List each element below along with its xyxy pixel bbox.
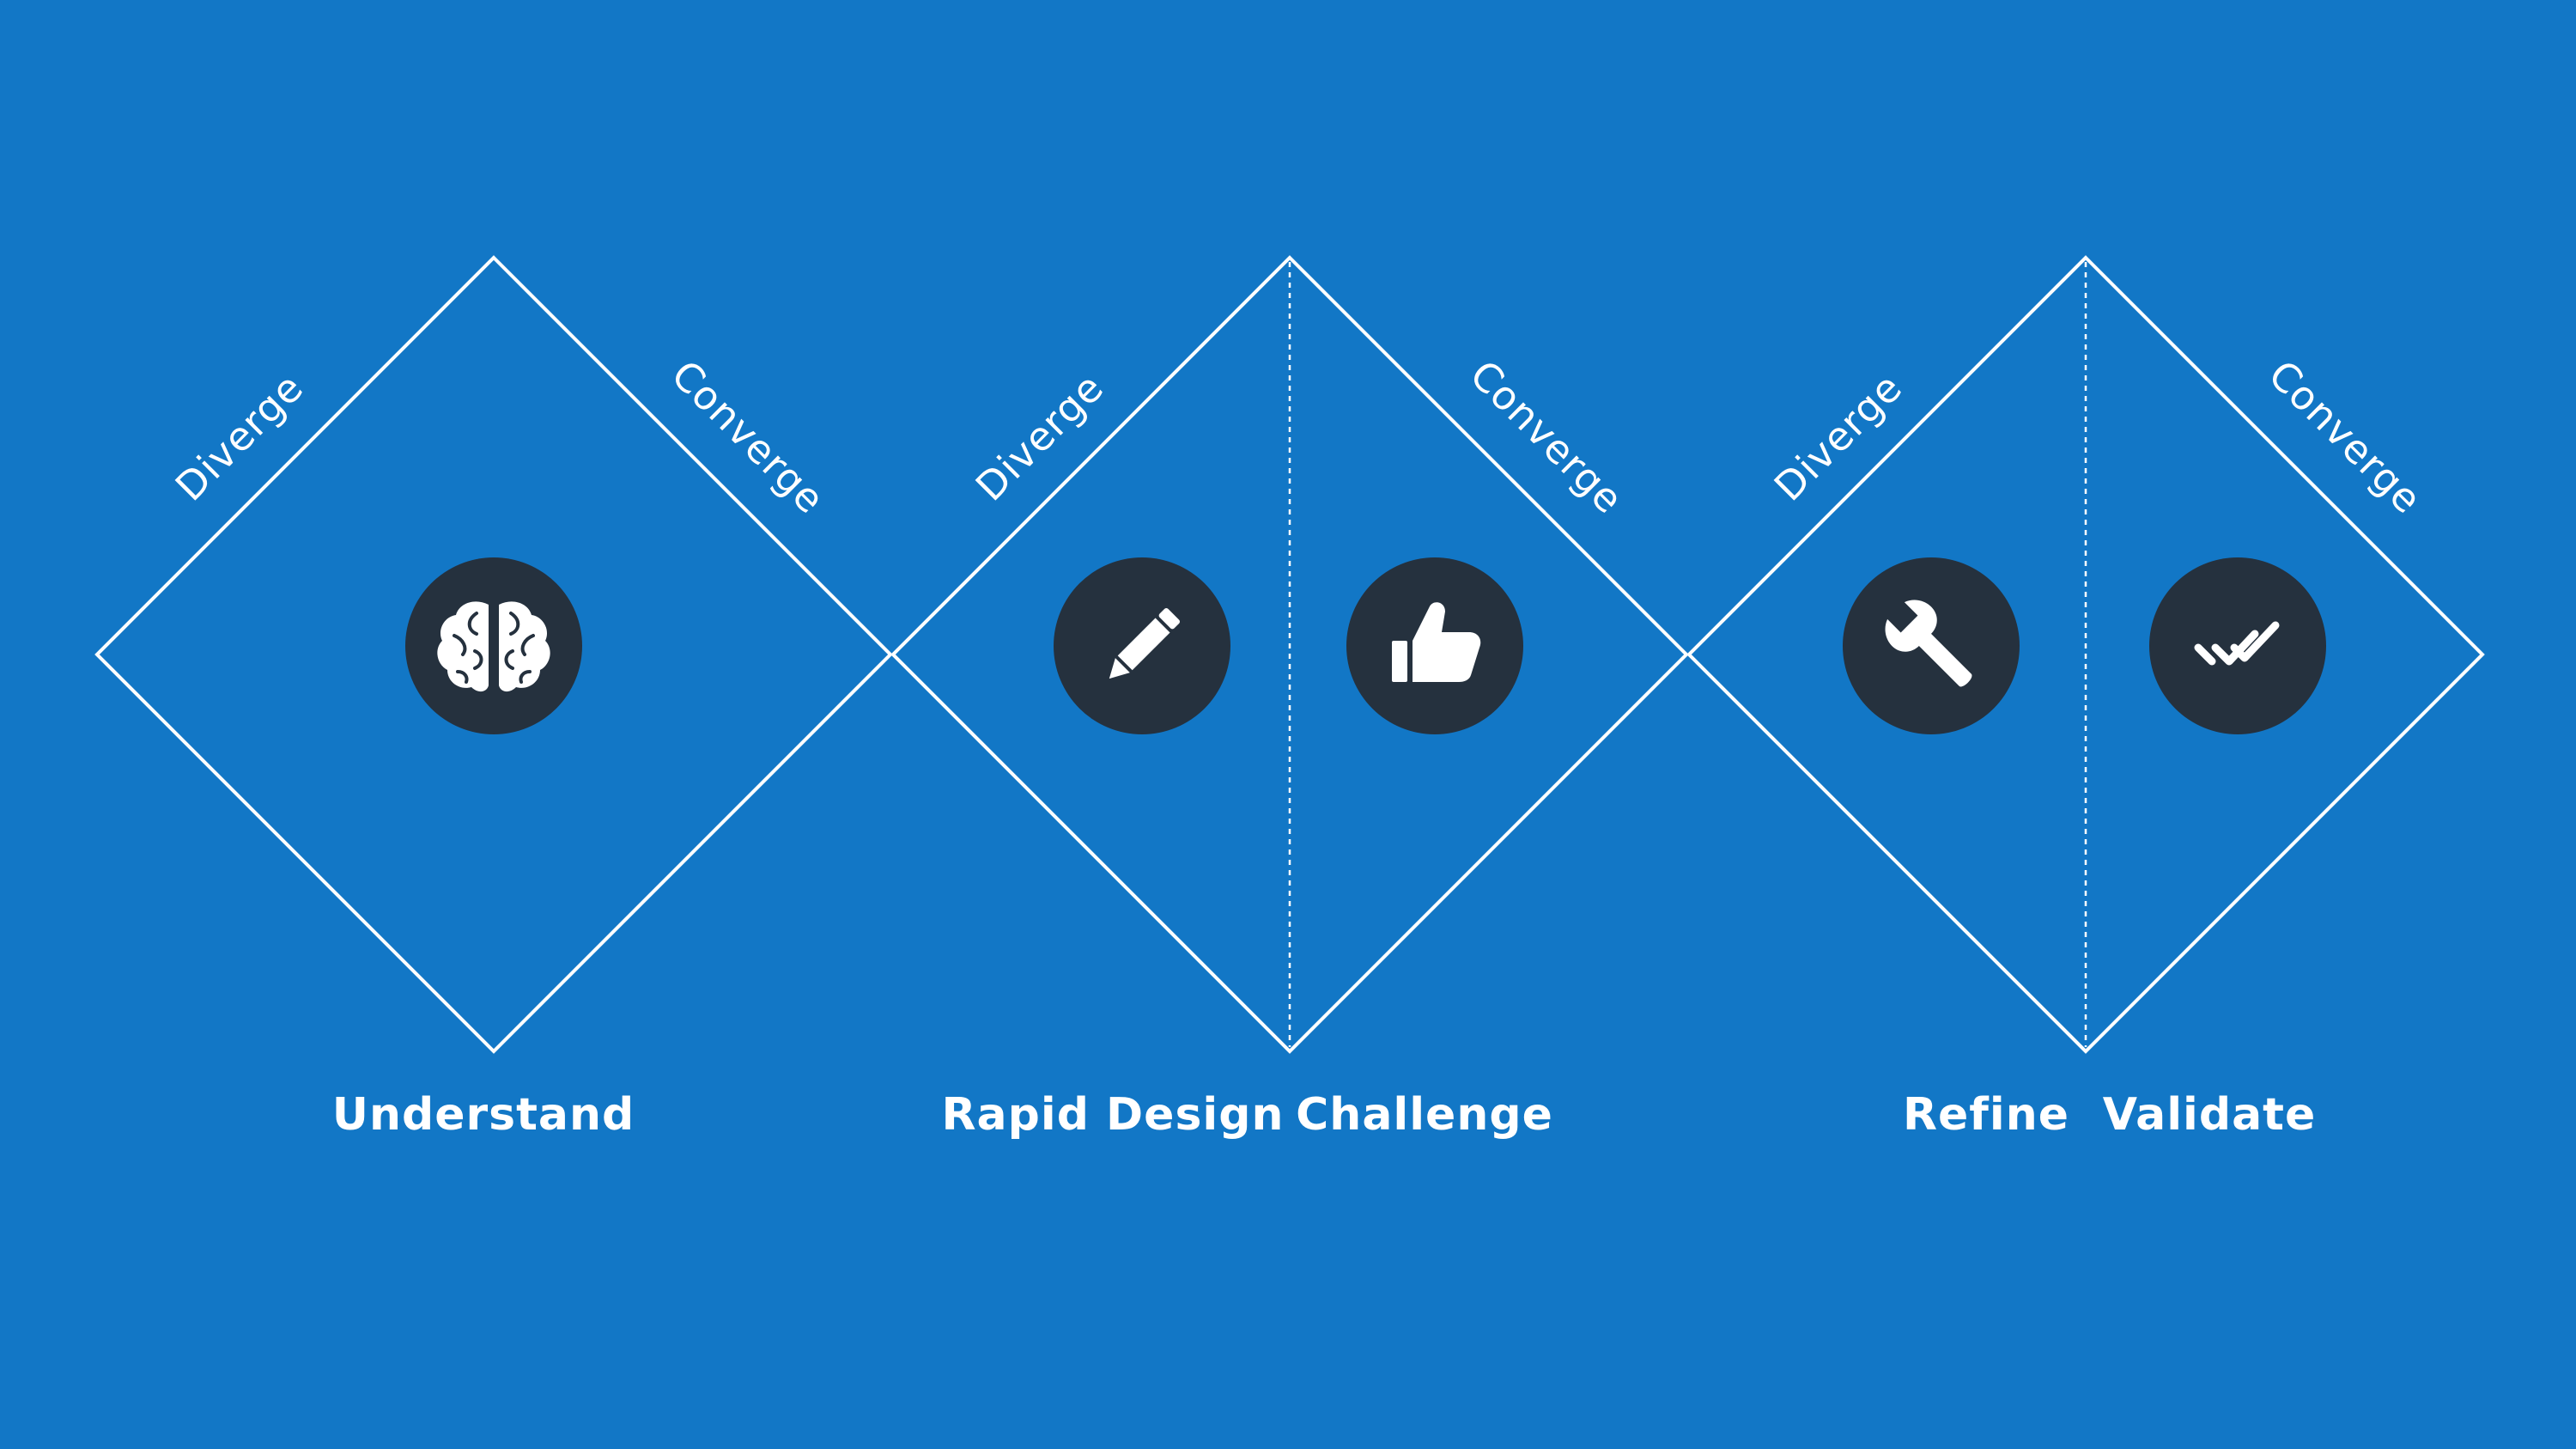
phase-label-refine: Refine [1903,1089,2069,1141]
phase-label-challenge: Challenge [1296,1089,1553,1141]
converge-label: Converge [662,351,834,523]
wrench-icon [1843,557,2020,734]
diamond-design-challenge: Diverge Converge [890,255,1689,1054]
phase-label-validate: Validate [2103,1089,2317,1141]
diverge-label: Diverge [967,364,1113,510]
converge-label: Converge [1461,351,1632,523]
process-diagram: Diverge Converge Diverge Converge Diverg… [94,255,2485,1141]
pencil-icon [1054,557,1230,734]
converge-label: Converge [2259,351,2431,523]
thumbs-up-icon [1346,557,1523,734]
brain-icon [405,557,582,734]
phase-label-rapid-design: Rapid Design [942,1089,1285,1141]
diverge-label: Diverge [167,364,313,510]
phase-label-understand: Understand [332,1089,635,1141]
diverge-label: Diverge [1765,364,1911,510]
diamond-refine-validate: Diverge Converge [1686,255,2485,1054]
double-check-icon [2149,557,2326,734]
